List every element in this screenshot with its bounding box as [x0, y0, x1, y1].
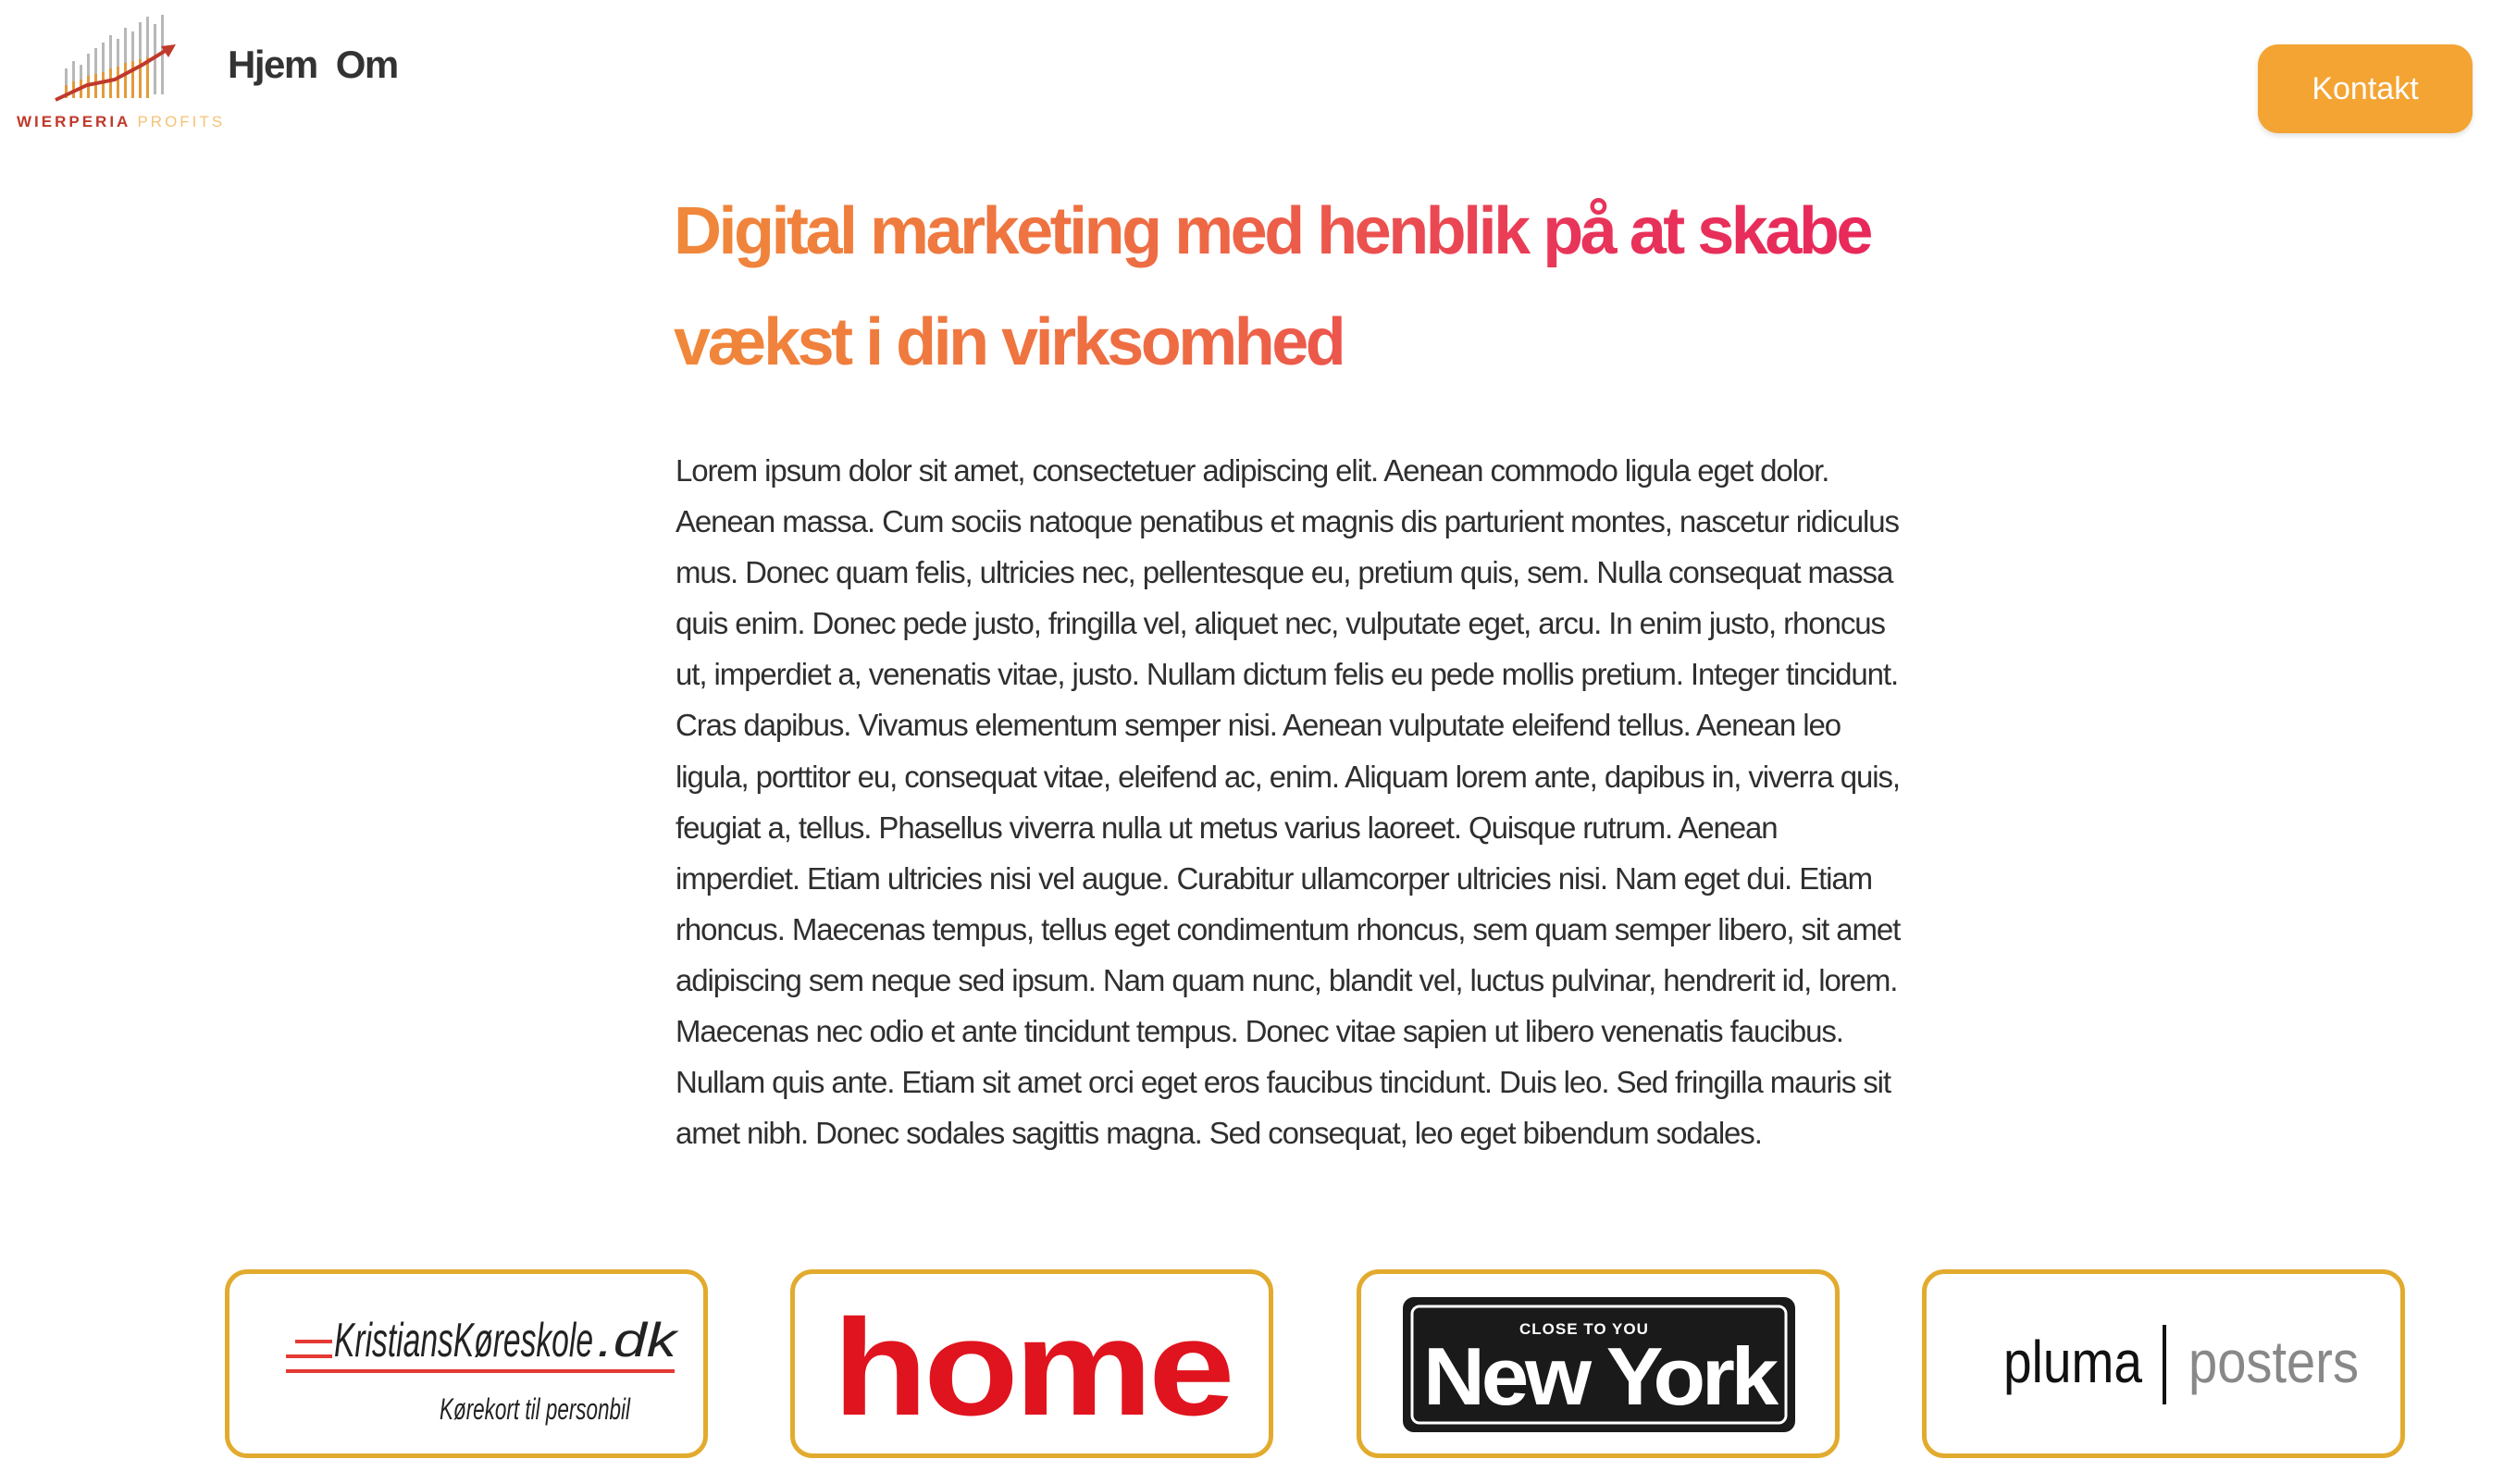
home-wordmark: home [833, 1292, 1231, 1438]
kristians-name: KristiansKøreskole [334, 1314, 593, 1367]
svg-text:.dk: .dk [597, 1314, 680, 1367]
pluma-posters-logo: pluma posters [2003, 1325, 2359, 1404]
svg-text:pluma: pluma [2003, 1329, 2142, 1395]
kristians-koreskole-logo: KristiansKøreskole .dk Kørekort til pers… [286, 1314, 680, 1426]
client-card-pluma-posters[interactable]: pluma posters [1921, 1269, 2405, 1458]
new-york-logo: CLOSE TO YOU New York [1402, 1297, 1795, 1432]
svg-text:Kørekort til personbil: Kørekort til personbil [440, 1392, 631, 1426]
logo-word-1: WIERPERIA [17, 113, 130, 130]
hero-title: Digital marketing med henblik på at skab… [674, 176, 1969, 398]
nav-link-hjem[interactable]: Hjem [228, 43, 318, 87]
client-card-kristians-koreskole[interactable]: KristiansKøreskole .dk Kørekort til pers… [225, 1269, 708, 1458]
logo-word-2: PROFITS [137, 113, 226, 130]
hero-title-line-1: Digital marketing med henblik på at skab… [674, 194, 1870, 268]
svg-text:home: home [833, 1292, 1231, 1438]
client-logos: KristiansKøreskole .dk Kørekort til pers… [225, 1269, 2405, 1464]
main-nav: Hjem Om [228, 43, 400, 87]
hero-body-text: Lorem ipsum dolor sit amet, consectetuer… [676, 453, 1901, 1151]
kristians-tagline: Kørekort til personbil [440, 1392, 631, 1426]
svg-text:posters: posters [2188, 1329, 2359, 1395]
kontakt-button[interactable]: Kontakt [2258, 44, 2473, 133]
posters-word: posters [2188, 1329, 2359, 1395]
home-logo: home [833, 1292, 1234, 1438]
pluma-word: pluma [2003, 1329, 2142, 1395]
site-logo[interactable]: WIERPERIA PROFITS [13, 11, 222, 133]
svg-text:KristiansKøreskole: KristiansKøreskole [334, 1314, 593, 1367]
hero-title-line-2: vækst i din virksomhed [674, 305, 1344, 379]
logo-wordmark: WIERPERIA PROFITS [17, 113, 225, 131]
client-card-home[interactable]: home [790, 1269, 1274, 1458]
new-york-wordmark: New York [1423, 1330, 1779, 1422]
client-card-new-york[interactable]: CLOSE TO YOU New York [1356, 1269, 1840, 1458]
nav-link-om[interactable]: Om [336, 43, 400, 87]
kristians-suffix: .dk [597, 1314, 680, 1367]
svg-text:New York: New York [1423, 1330, 1779, 1422]
growth-chart-logo-icon [55, 15, 176, 102]
